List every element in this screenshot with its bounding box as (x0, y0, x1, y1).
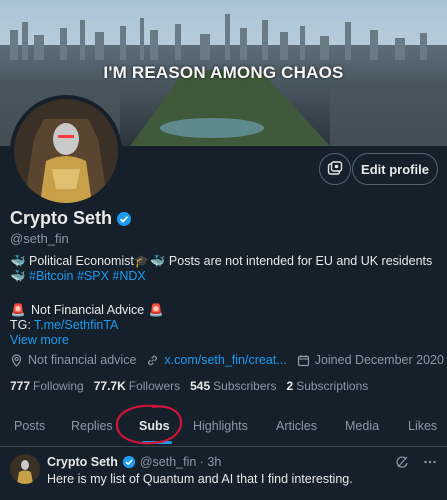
meta-joined: Joined December 2020 (297, 353, 444, 367)
subscriptions-stat[interactable]: 2 Subscriptions (287, 379, 369, 393)
tg-label: TG: (10, 318, 31, 332)
tweet-avatar[interactable] (10, 454, 40, 484)
tweet-header: Crypto Seth @seth_fin · 3h (47, 455, 221, 469)
profile-bio: 🐳 Political Economist 🎓 🐳 Posts are not … (10, 254, 440, 348)
banner-caption: I'M REASON AMONG CHAOS (103, 63, 344, 82)
tweet-author-name[interactable]: Crypto Seth (47, 455, 118, 469)
whale-icon: 🐳 (10, 254, 26, 268)
meta-category: Not financial advice (10, 353, 136, 367)
more-options-icon[interactable] (423, 455, 437, 469)
display-name: Crypto Seth (10, 208, 113, 228)
tab-articles[interactable]: Articles (276, 405, 317, 447)
red-circle-annotation (115, 404, 183, 445)
whale-icon: 🐳 (10, 269, 26, 283)
tab-replies[interactable]: Replies (71, 405, 113, 447)
pinned-tweet[interactable]: Crypto Seth @seth_fin · 3h Here is my li… (0, 448, 447, 500)
profile-avatar[interactable] (10, 95, 122, 207)
view-more-link[interactable]: View more (10, 333, 69, 348)
profile-name-row: Crypto Seth (10, 208, 132, 229)
meta-website[interactable]: x.com/seth_fin/creat... (146, 353, 287, 367)
followers-stat[interactable]: 77.7K Followers (94, 379, 180, 393)
tweet-actions (395, 455, 437, 469)
avatar-image (14, 99, 118, 203)
avatar-image (10, 454, 40, 484)
calendar-icon (297, 354, 309, 366)
siren-icon: 🚨 (148, 303, 164, 317)
bio-line-4: TG: T.me/SethfinTA (10, 318, 440, 333)
tab-media[interactable]: Media (345, 405, 379, 447)
bio-title: Political Economist (29, 254, 134, 268)
bio-hashtags[interactable]: #Bitcoin #SPX #NDX (29, 269, 146, 284)
profile-meta: Not financial advice x.com/seth_fin/crea… (10, 353, 447, 367)
bio-line-3: 🚨 Not Financial Advice 🚨 (10, 303, 440, 318)
bio-line-5: View more (10, 333, 440, 348)
verified-badge-icon (122, 455, 136, 469)
location-pin-icon (11, 353, 22, 367)
link-icon (148, 355, 158, 365)
message-button[interactable] (319, 153, 351, 185)
tab-likes[interactable]: Likes (408, 405, 437, 447)
verified-badge-icon[interactable] (116, 211, 132, 227)
tweet-text: Here is my list of Quantum and AI that I… (47, 472, 353, 486)
bio-notice: Posts are not intended for EU and UK res… (168, 254, 433, 268)
bio-line-2: 🐳 #Bitcoin #SPX #NDX (10, 269, 440, 284)
tab-highlights[interactable]: Highlights (193, 405, 248, 447)
bio-line-1: 🐳 Political Economist 🎓 🐳 Posts are not … (10, 254, 440, 269)
tweet-handle-time: @seth_fin · 3h (139, 455, 222, 469)
subscribers-stat[interactable]: 545 Subscribers (190, 379, 276, 393)
whale-icon: 🐳 (150, 254, 166, 268)
profile-tabs: Posts Replies Subs Highlights Articles M… (0, 405, 447, 447)
bio-disclaimer: Not Financial Advice (31, 303, 145, 317)
grok-icon[interactable] (395, 455, 409, 469)
siren-icon: 🚨 (10, 303, 26, 317)
following-stat[interactable]: 777 Following (10, 379, 84, 393)
profile-stats: 777 Following 77.7K Followers 545 Subscribe… (10, 379, 378, 393)
graduation-cap-icon: 🎓 (134, 254, 150, 268)
edit-profile-button[interactable]: Edit profile (352, 153, 438, 185)
message-icon (327, 161, 343, 175)
tg-link[interactable]: T.me/SethfinTA (34, 318, 119, 333)
profile-handle: @seth_fin (10, 231, 69, 246)
tab-posts[interactable]: Posts (14, 405, 45, 447)
